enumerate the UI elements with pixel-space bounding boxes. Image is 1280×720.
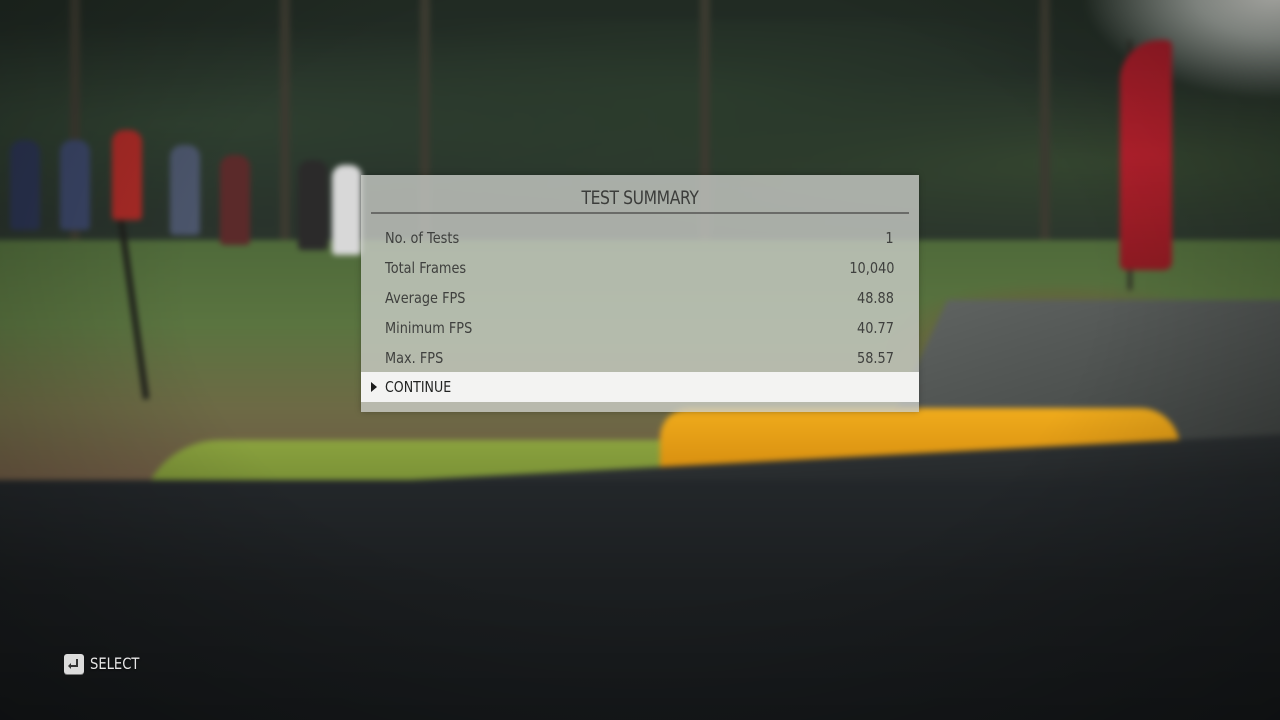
stat-row-max-fps: Max. FPS 58.57 bbox=[361, 343, 919, 373]
stat-label: Average FPS bbox=[385, 289, 466, 307]
continue-button[interactable]: CONTINUE bbox=[361, 372, 919, 402]
continue-label: CONTINUE bbox=[385, 378, 452, 396]
select-label: SELECT bbox=[90, 654, 140, 673]
stat-value: 40.77 bbox=[857, 319, 894, 337]
test-summary-dialog: TEST SUMMARY No. of Tests 1 Total Frames… bbox=[361, 175, 919, 412]
stat-label: Max. FPS bbox=[385, 349, 444, 367]
stat-row-total-frames: Total Frames 10,040 bbox=[361, 253, 919, 283]
title-divider bbox=[371, 212, 909, 214]
dialog-title: TEST SUMMARY bbox=[581, 187, 699, 209]
stat-value: 1 bbox=[885, 229, 894, 247]
stat-value: 48.88 bbox=[857, 289, 894, 307]
stat-row-average-fps: Average FPS 48.88 bbox=[361, 283, 919, 313]
stat-row-tests: No. of Tests 1 bbox=[361, 223, 919, 253]
stat-label: Minimum FPS bbox=[385, 319, 473, 337]
play-arrow-icon bbox=[371, 382, 377, 392]
enter-key-icon bbox=[64, 654, 84, 674]
stat-label: Total Frames bbox=[385, 259, 467, 277]
stat-row-minimum-fps: Minimum FPS 40.77 bbox=[361, 313, 919, 343]
stat-label: No. of Tests bbox=[385, 229, 460, 247]
stat-value: 58.57 bbox=[857, 349, 894, 367]
stat-value: 10,040 bbox=[848, 259, 894, 277]
